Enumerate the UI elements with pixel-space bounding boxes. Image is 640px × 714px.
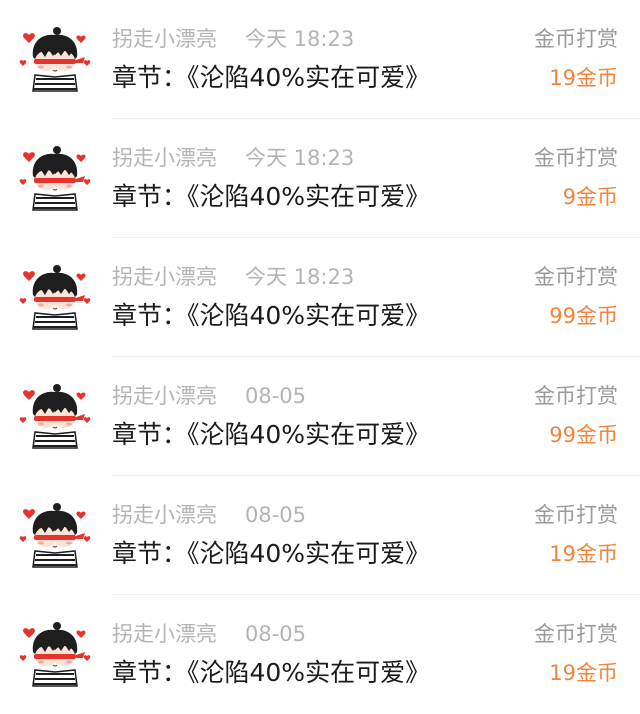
chapter-title: 章节：《沦陷40%实在可爱》 (112, 658, 431, 687)
user-avatar-icon[interactable] (19, 21, 91, 93)
user-avatar-icon[interactable] (19, 497, 91, 569)
tip-type-label: 金币打赏 (534, 622, 618, 646)
user-avatar-icon[interactable] (19, 378, 91, 450)
tip-amount: 19金币 (549, 542, 618, 566)
tip-type-label: 金币打赏 (534, 384, 618, 408)
tip-amount: 99金币 (549, 304, 618, 328)
timestamp: 今天 18:23 (245, 265, 355, 289)
timestamp: 08-05 (245, 622, 307, 646)
username: 拐走小漂亮 (112, 622, 217, 646)
tip-amount: 9金币 (562, 185, 618, 209)
username: 拐走小漂亮 (112, 503, 217, 527)
tip-type-label: 金币打赏 (534, 503, 618, 527)
user-avatar-icon[interactable] (19, 140, 91, 212)
timestamp: 今天 18:23 (245, 27, 355, 51)
tip-amount: 19金币 (549, 66, 618, 90)
chapter-title: 章节：《沦陷40%实在可爱》 (112, 182, 431, 211)
timestamp: 08-05 (245, 384, 307, 408)
chapter-title: 章节：《沦陷40%实在可爱》 (112, 539, 431, 568)
username: 拐走小漂亮 (112, 265, 217, 289)
tip-amount: 99金币 (549, 423, 618, 447)
username: 拐走小漂亮 (112, 27, 217, 51)
user-avatar-icon[interactable] (19, 259, 91, 331)
tip-amount: 19金币 (549, 661, 618, 685)
tip-record-row[interactable]: 拐走小漂亮 08-05 章节：《沦陷40%实在可爱》 金币打赏 99金币 (0, 357, 640, 476)
tip-record-row[interactable]: 拐走小漂亮 今天 18:23 章节：《沦陷40%实在可爱》 金币打赏 9金币 (0, 119, 640, 238)
tip-record-row[interactable]: 拐走小漂亮 今天 18:23 章节：《沦陷40%实在可爱》 金币打赏 19金币 (0, 0, 640, 119)
tip-type-label: 金币打赏 (534, 265, 618, 289)
tip-record-row[interactable]: 拐走小漂亮 08-05 章节：《沦陷40%实在可爱》 金币打赏 19金币 (0, 595, 640, 714)
tip-type-label: 金币打赏 (534, 27, 618, 51)
timestamp: 今天 18:23 (245, 146, 355, 170)
username: 拐走小漂亮 (112, 146, 217, 170)
timestamp: 08-05 (245, 503, 307, 527)
tip-type-label: 金币打赏 (534, 146, 618, 170)
tip-record-row[interactable]: 拐走小漂亮 08-05 章节：《沦陷40%实在可爱》 金币打赏 19金币 (0, 476, 640, 595)
chapter-title: 章节：《沦陷40%实在可爱》 (112, 301, 431, 330)
tip-record-row[interactable]: 拐走小漂亮 今天 18:23 章节：《沦陷40%实在可爱》 金币打赏 99金币 (0, 238, 640, 357)
user-avatar-icon[interactable] (19, 616, 91, 688)
tip-record-list: 拐走小漂亮 今天 18:23 章节：《沦陷40%实在可爱》 金币打赏 19金币 (0, 0, 640, 708)
chapter-title: 章节：《沦陷40%实在可爱》 (112, 420, 431, 449)
chapter-title: 章节：《沦陷40%实在可爱》 (112, 63, 431, 92)
username: 拐走小漂亮 (112, 384, 217, 408)
